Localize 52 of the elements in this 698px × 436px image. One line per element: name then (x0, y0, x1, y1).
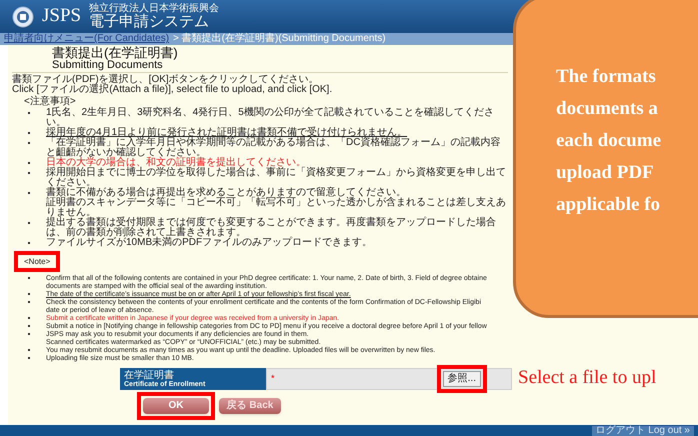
note-text: 証明書のスキャンデータ等に「コピー不可」「転写不可」といった透かしが含まれることは差し支えありません。 (46, 198, 507, 218)
bullet-mark (28, 277, 30, 279)
instruction-text: Click [ファイルの選択(Attach a file)], select file to upload, and click [OK]. (12, 85, 334, 95)
page-title: 書類提出(在学証明書) (52, 46, 179, 59)
required-mark: * (271, 372, 275, 386)
bullet-mark (28, 242, 30, 244)
bullet-mark (28, 325, 30, 327)
note-text: 採用年度の4月1日より前に発行された証明書は書類不備で受け付けられません。 (46, 128, 408, 138)
breadcrumb-link[interactable]: 申請者向けメニュー(For Candidates) (4, 34, 170, 44)
note-text: 「在学証明書」に入学年月日や休学期間等の記載がある場合は、「DC資格確認フォーム」の記載内容と齟齬がないか確認してください。 (46, 138, 502, 158)
notes-heading: <注意事項> (23, 97, 77, 107)
highlight-frame (436, 365, 487, 393)
bullet-mark (28, 172, 30, 174)
file-input-field[interactable]: * 参照... (266, 368, 512, 390)
bullet-mark (28, 142, 30, 144)
callout-text: each docume (556, 129, 662, 153)
highlight-frame (14, 251, 60, 272)
callout-text: upload PDF (556, 161, 655, 185)
bullet-mark (28, 112, 30, 114)
breadcrumb-current: > 書類提出(在学証明書)(Submitting Documents) (173, 34, 386, 44)
annotation-text: Select a file to upl (518, 366, 656, 390)
callout-text: The formats (556, 65, 657, 89)
logo-text: JSPS (42, 4, 82, 28)
note-text: 提出する書類は受付期限までは何度でも変更することができます。再度書類をアップロードした場合は、前の書類が削除されて上書きされます。 (46, 218, 497, 238)
callout-text: documents a (556, 97, 659, 121)
bullet-mark (28, 222, 30, 224)
bullet-mark (28, 333, 30, 335)
instruction-text: 書類ファイル(PDF)を選択し、[OK]ボタンをクリックしてください。 (12, 75, 319, 85)
form-button[interactable]: 戻る Back (219, 398, 281, 414)
bullet-mark (28, 132, 30, 134)
label-japanese: 在学証明書 (124, 370, 174, 380)
system-name: 電子申請システム (89, 14, 210, 29)
note-text: 日本の大学の場合は、和文の証明書を提出してください。 (46, 158, 306, 168)
note-text: 書類に不備がある場合は再提出を求めることがありますので留意してください。 (46, 188, 406, 198)
notes-heading: <Note> (23, 257, 52, 266)
note-text: 1氏名、2生年月日、3研究科名、4発行日、5機関の公印が全て記載されていることを確認してください。 (46, 108, 495, 128)
page-subtitle: Submitting Documents (52, 60, 163, 71)
emblem-icon (12, 6, 34, 28)
bullet-mark (28, 357, 30, 359)
bullet-mark (28, 301, 30, 303)
browse-button[interactable]: 参照... (442, 371, 481, 387)
form-button[interactable]: OK (143, 398, 209, 414)
callout-text: applicable fo (556, 193, 661, 217)
bullet-mark (28, 317, 30, 319)
organization-name: 独立行政法人日本学術振興会 (89, 4, 220, 14)
note-text: ファイルサイズが10MB未満のPDFファイルのみアップロードできます。 (46, 238, 372, 248)
bullet-mark (28, 349, 30, 351)
note-text: 採用開始日までに博士の学位を取得した場合は、事前に「資格変更フォーム」から資格変更を申し出てください。 (46, 168, 507, 188)
bullet-mark (28, 162, 30, 164)
bullet-mark (28, 293, 30, 295)
bullet-mark (28, 192, 30, 194)
logout-link[interactable]: ログアウト Log out » (592, 426, 694, 436)
